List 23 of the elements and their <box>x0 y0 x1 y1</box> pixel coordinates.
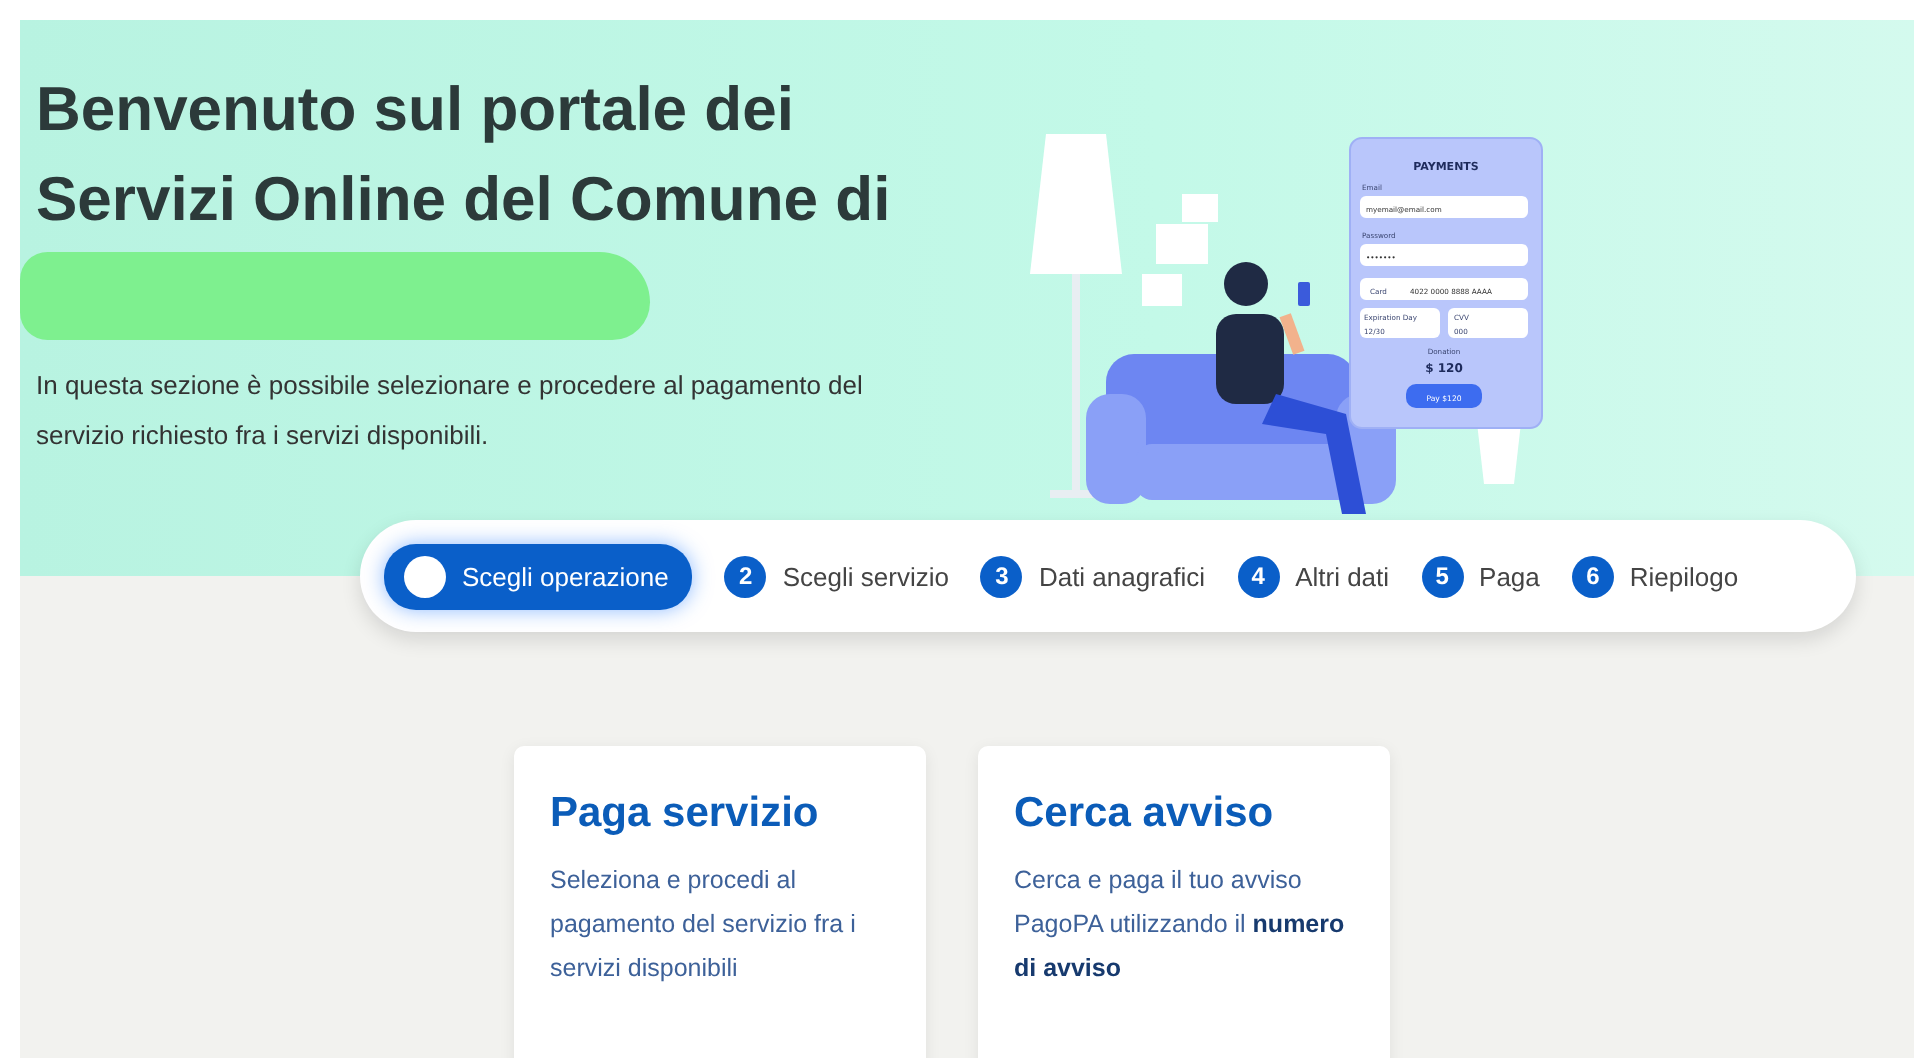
active-step[interactable]: Scegli operazione <box>384 543 693 609</box>
option-card[interactable]: Paga servizio Seleziona e procedi al pagamento del servizio fra i servizi disponibili <box>514 746 926 1058</box>
cvv-field <box>1448 308 1528 338</box>
card-text: Seleziona e procedi al pagamento del servizio fra i servizi disponibili <box>550 864 858 986</box>
step-dot-icon <box>404 555 446 597</box>
step-item[interactable]: 2 Scegli servizio <box>724 555 949 597</box>
card-title: Paga servizio <box>550 790 821 838</box>
step-number: 2 <box>724 555 767 597</box>
hero-description: In questa sezione è possibile selezionare e procedere al pagamento del servizio richiesto fra i servizi disponibili. <box>36 368 865 454</box>
page-title: Benvenuto sul portale dei Servizi Online del Comune di <box>36 72 893 238</box>
option-card[interactable]: Cerca avviso Cerca e paga il tuo avviso PagoPA utilizzando il numero di avviso <box>978 746 1390 1058</box>
step-item[interactable]: 5 Paga <box>1421 555 1540 597</box>
step-item[interactable]: 4 Altri dati <box>1237 555 1390 597</box>
step-number: 6 <box>1571 555 1614 597</box>
step-number: 5 <box>1421 555 1464 597</box>
step-item[interactable]: 3 Dati anagrafici <box>980 555 1206 597</box>
card-text: Cerca e paga il tuo avviso PagoPA utilizzando il numero di avviso <box>1014 864 1347 986</box>
card-title: Cerca avviso <box>1014 790 1276 838</box>
picture-frame-drawing <box>1142 194 1218 306</box>
step-number: 3 <box>980 555 1023 597</box>
step-number: 4 <box>1237 555 1280 597</box>
expiry-field <box>1360 308 1440 338</box>
step-item[interactable]: 6 Riepilogo <box>1571 555 1739 597</box>
